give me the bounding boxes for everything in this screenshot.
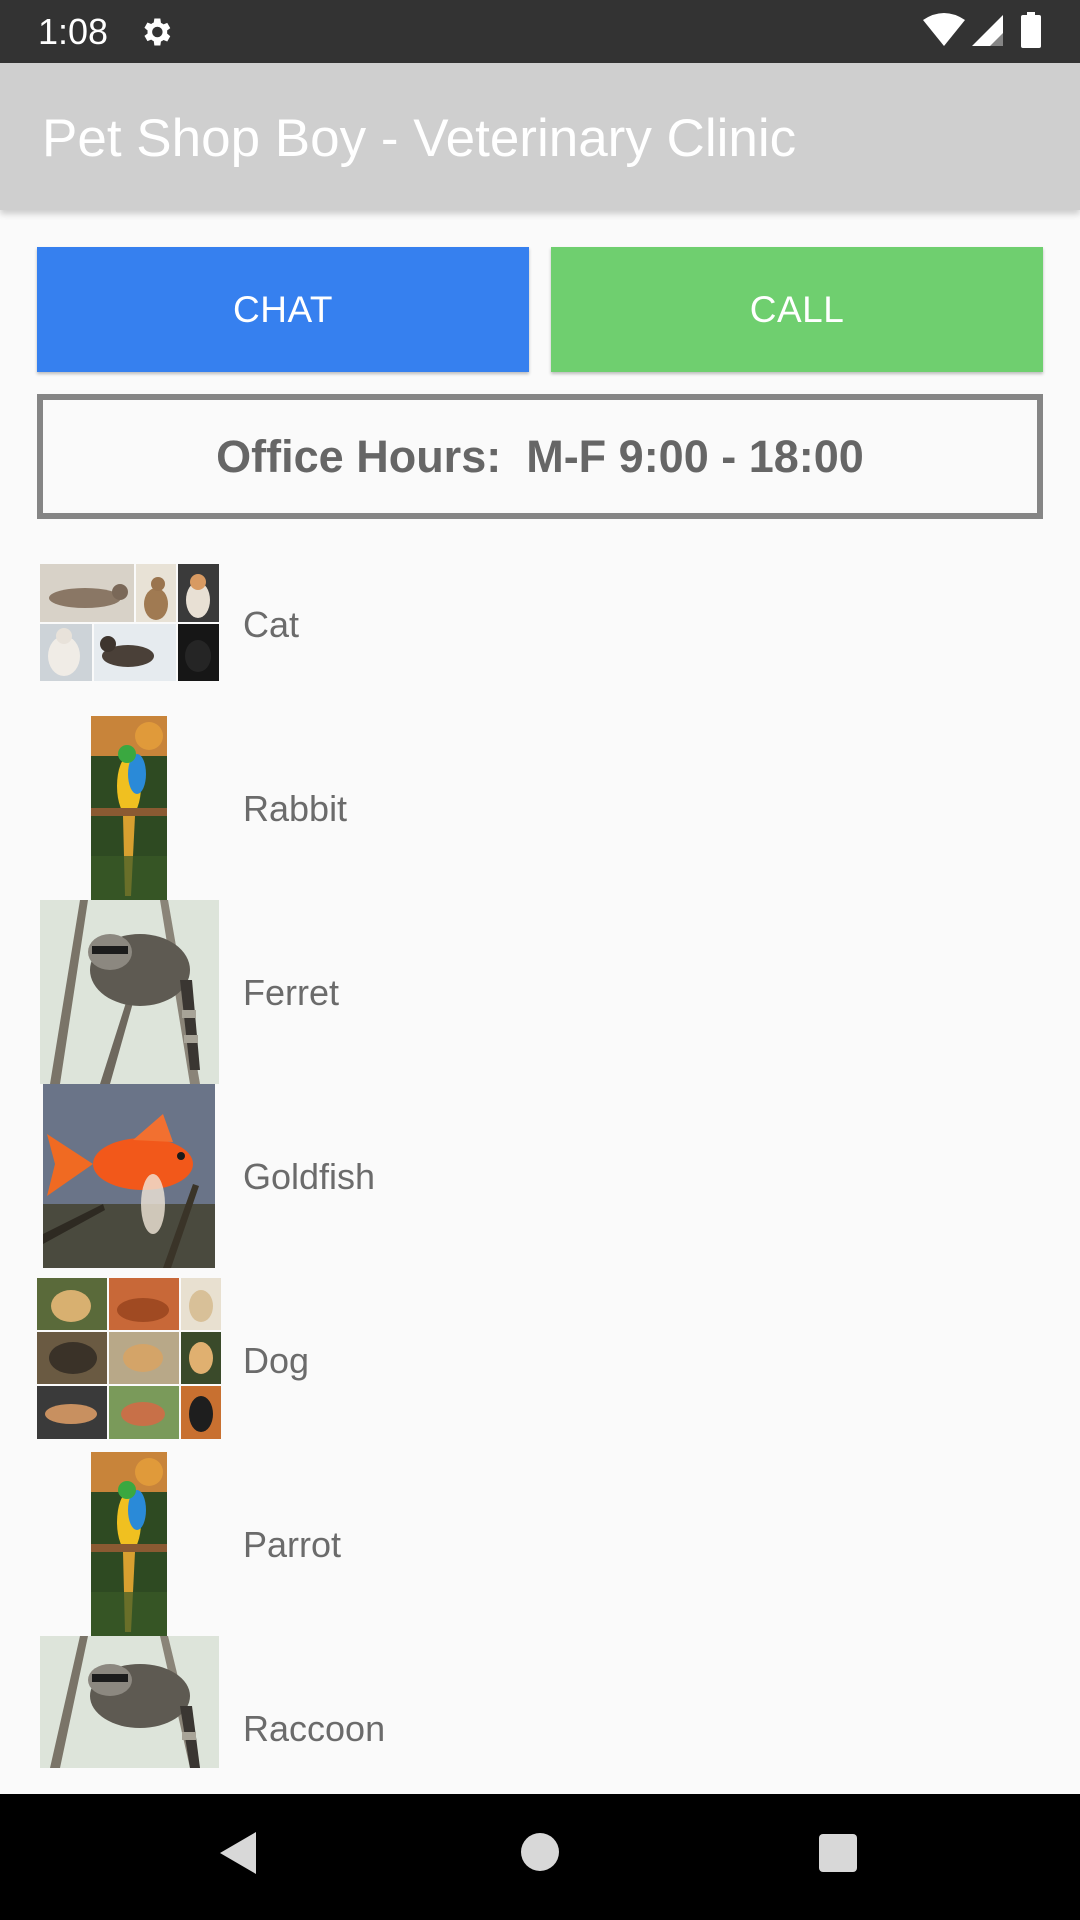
pet-label: Raccoon	[243, 1708, 386, 1749]
status-time: 1:08	[38, 11, 109, 52]
pet-label: Ferret	[243, 972, 340, 1013]
pet-label: Parrot	[243, 1524, 342, 1565]
chat-button[interactable]: CHAT	[37, 247, 529, 372]
cat-collage-image	[40, 564, 219, 681]
back-icon[interactable]	[218, 1830, 258, 1876]
home-icon[interactable]	[520, 1832, 560, 1872]
call-button[interactable]: CALL	[551, 247, 1043, 372]
app-bar: Pet Shop Boy - Veterinary Clinic	[0, 63, 1080, 210]
parrot-image	[91, 1452, 167, 1636]
pet-item-dog[interactable]: Dog	[0, 1278, 1080, 1478]
pet-item-goldfish[interactable]: Goldfish	[0, 1084, 1080, 1294]
pet-label: Rabbit	[243, 788, 348, 829]
pet-item-cat[interactable]: Cat	[0, 558, 1080, 742]
pet-item-parrot[interactable]: Parrot	[0, 1452, 1080, 1662]
pet-label: Goldfish	[243, 1156, 376, 1197]
app-title: Pet Shop Boy - Veterinary Clinic	[42, 109, 797, 168]
recents-icon[interactable]	[818, 1833, 858, 1873]
battery-icon	[1021, 12, 1041, 48]
gear-icon	[138, 14, 174, 50]
dog-collage-image	[37, 1278, 221, 1439]
pet-label: Dog	[243, 1340, 310, 1381]
pet-item-rabbit[interactable]: Rabbit	[0, 716, 1080, 926]
raccoon-image	[40, 1636, 219, 1768]
goldfish-image	[43, 1084, 215, 1268]
parrot-image	[91, 716, 167, 900]
navigation-bar	[0, 1794, 1080, 1920]
raccoon-image	[40, 900, 219, 1084]
signal-icon	[970, 13, 1004, 47]
office-hours-box: Office Hours: M-F 9:00 - 18:00	[37, 394, 1043, 519]
pet-label: Cat	[243, 604, 300, 645]
wifi-icon	[922, 13, 966, 47]
status-bar: 1:08	[0, 0, 1080, 63]
pet-item-ferret[interactable]: Ferret	[0, 900, 1080, 1110]
